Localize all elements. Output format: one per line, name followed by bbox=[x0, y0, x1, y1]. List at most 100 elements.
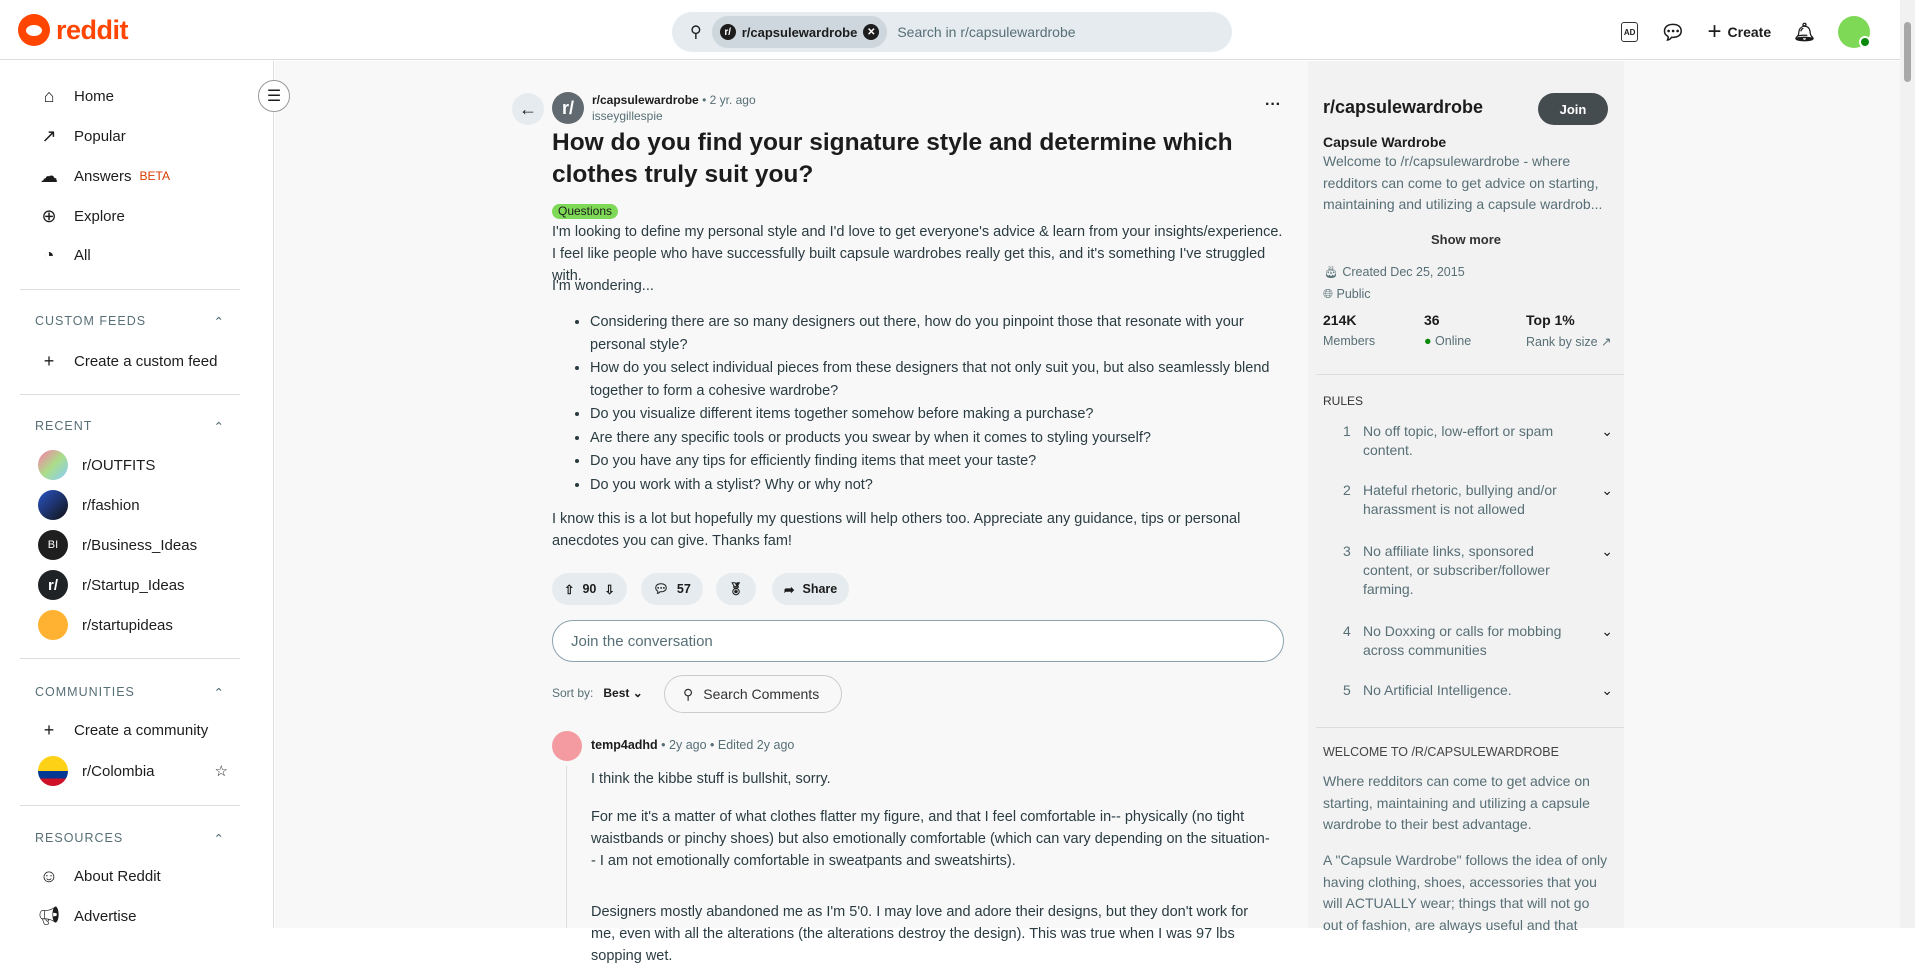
advertise-icon[interactable]: AD bbox=[1621, 22, 1639, 42]
comment-paragraph: For me it's a matter of what clothes fla… bbox=[591, 809, 1270, 869]
divider bbox=[20, 394, 240, 395]
recent-item[interactable]: r/fashion bbox=[38, 490, 140, 520]
notifications-bell-icon[interactable]: 🔔︎ bbox=[1793, 22, 1816, 43]
comment-author[interactable]: temp4adhd bbox=[591, 738, 658, 752]
comment-paragraph: Designers mostly abandoned me as I'm 5'0… bbox=[591, 904, 1249, 964]
join-conversation-input[interactable]: Join the conversation bbox=[552, 620, 1284, 662]
comments-button[interactable]: 💬︎ 57 bbox=[641, 573, 703, 605]
subreddit-link[interactable]: r/capsulewardrobe bbox=[592, 93, 699, 107]
chevron-up-icon: ⌃ bbox=[213, 832, 225, 846]
sort-control: Sort by: Best ⌄ bbox=[552, 686, 643, 700]
comment-thread-line[interactable] bbox=[566, 766, 567, 928]
reddit-logo[interactable]: reddit bbox=[18, 14, 129, 46]
nav-popular[interactable]: ↗ Popular bbox=[38, 125, 125, 147]
award-button[interactable]: 🏅︎ bbox=[716, 573, 756, 605]
globe-icon: 🌐︎ bbox=[1323, 287, 1334, 301]
rule-item[interactable]: 2 Hateful rhetoric, bullying and/or haras… bbox=[1323, 481, 1613, 519]
divider bbox=[20, 658, 240, 659]
recent-item[interactable]: BI r/Business_Ideas bbox=[38, 530, 197, 560]
custom-feeds-header[interactable]: CUSTOM FEEDS ⌃ bbox=[35, 314, 225, 329]
rule-item[interactable]: 1 No off topic, low-effort or spam conten… bbox=[1323, 422, 1613, 460]
community-title: Capsule Wardrobe bbox=[1323, 134, 1447, 150]
nav-answers[interactable]: ☁ Answers BETA bbox=[38, 165, 170, 187]
divider bbox=[1316, 727, 1624, 728]
divider bbox=[1316, 374, 1624, 375]
nav-explore[interactable]: ⊕ Explore bbox=[38, 205, 124, 227]
search-bar[interactable]: ⚲ r/r/capsulewardrobe ✕ Search in r/capsu… bbox=[672, 12, 1232, 52]
search-icon: ⚲ bbox=[690, 24, 702, 41]
chevron-down-icon: ⌄ bbox=[1601, 482, 1613, 498]
chat-icon[interactable]: 💬︎ bbox=[1660, 20, 1685, 45]
nav-advertise[interactable]: 📢︎ Advertise bbox=[38, 905, 137, 927]
community-icon bbox=[38, 610, 68, 640]
post-body-paragraph: I'm looking to define my personal style … bbox=[552, 224, 1283, 284]
collapse-sidebar-button[interactable]: ☰ bbox=[258, 80, 290, 112]
award-icon: 🏅︎ bbox=[728, 581, 744, 596]
sort-dropdown[interactable]: Best ⌄ bbox=[603, 686, 642, 700]
more-options-icon[interactable]: ··· bbox=[1265, 96, 1281, 114]
scrollbar-thumb[interactable] bbox=[1904, 22, 1911, 82]
recent-item[interactable]: r/r/Startup_Ideas bbox=[38, 570, 185, 600]
rank-stat[interactable]: Top 1% Rank by size ↗ bbox=[1526, 312, 1612, 349]
clear-chip-icon[interactable]: ✕ bbox=[863, 24, 880, 40]
community-sidebar: r/capsulewardrobe Join Capsule Wardrobe … bbox=[1308, 61, 1624, 933]
resources-header[interactable]: RESOURCES ⌃ bbox=[35, 831, 225, 846]
communities-header[interactable]: COMMUNITIES ⌃ bbox=[35, 685, 225, 700]
post-title: How do you find your signature style and… bbox=[552, 129, 1233, 188]
nav-all[interactable]: ◔ All bbox=[38, 244, 91, 266]
show-more-button[interactable]: Show more bbox=[1308, 232, 1624, 247]
top-header: reddit ⚲ r/r/capsulewardrobe ✕ Search in … bbox=[0, 0, 1900, 60]
online-dot-icon: ● bbox=[1424, 334, 1432, 348]
community-name[interactable]: r/capsulewardrobe bbox=[1323, 97, 1483, 118]
user-avatar[interactable] bbox=[1838, 16, 1871, 48]
community-icon bbox=[38, 756, 68, 786]
search-comments-button[interactable]: ⚲ Search Comments bbox=[664, 675, 842, 713]
subreddit-avatar[interactable]: r/ bbox=[552, 92, 584, 124]
search-subreddit-chip: r/r/capsulewardrobe ✕ bbox=[711, 16, 888, 48]
create-community[interactable]: + Create a community bbox=[38, 719, 208, 741]
upvote-icon[interactable]: ⇧ bbox=[564, 582, 574, 597]
community-icon bbox=[38, 450, 68, 480]
community-icon: r/ bbox=[38, 570, 68, 600]
scrollbar[interactable] bbox=[1900, 0, 1915, 928]
back-button[interactable]: ← bbox=[512, 93, 544, 125]
post-flair[interactable]: Questions bbox=[552, 204, 619, 219]
nav-home[interactable]: ⌂ Home bbox=[38, 85, 114, 107]
nav-about-reddit[interactable]: ☺ About Reddit bbox=[38, 865, 161, 887]
rule-item[interactable]: 3 No affiliate links, sponsored content, … bbox=[1323, 542, 1613, 599]
commenter-avatar[interactable] bbox=[552, 731, 582, 761]
plus-icon: + bbox=[43, 719, 55, 740]
plus-icon: + bbox=[1707, 18, 1722, 45]
share-button[interactable]: ➦ Share bbox=[772, 573, 850, 605]
vote-control: ⇧ 90 ⇩ bbox=[552, 573, 627, 605]
subreddit-icon: r/ bbox=[719, 24, 736, 40]
community-item[interactable]: r/Colombia ☆ bbox=[38, 756, 228, 786]
create-button[interactable]: + Create bbox=[1708, 18, 1772, 46]
join-button[interactable]: Join bbox=[1538, 93, 1608, 125]
hamburger-menu-icon: ☰ bbox=[266, 88, 282, 105]
online-stat: 36 ● Online bbox=[1424, 312, 1472, 348]
rule-item[interactable]: 4 No Doxxing or calls for mobbing across … bbox=[1323, 622, 1613, 660]
downvote-icon[interactable]: ⇩ bbox=[604, 582, 614, 597]
divider bbox=[20, 289, 240, 290]
search-input[interactable]: Search in r/capsulewardrobe bbox=[897, 24, 1075, 40]
reddit-snoo-icon bbox=[18, 14, 50, 46]
recent-item[interactable]: r/OUTFITS bbox=[38, 450, 155, 480]
post-author[interactable]: isseygillespie bbox=[592, 109, 663, 123]
create-custom-feed[interactable]: + Create a custom feed bbox=[38, 350, 218, 372]
favorite-star-icon[interactable]: ☆ bbox=[215, 762, 228, 780]
rule-item[interactable]: 5 No Artificial Intelligence. ⌄ bbox=[1323, 681, 1613, 700]
cake-icon: 🎂︎ bbox=[1323, 265, 1339, 279]
chevron-up-icon: ⌃ bbox=[213, 315, 225, 329]
chevron-down-icon: ⌄ bbox=[632, 686, 643, 700]
home-icon: ⌂ bbox=[43, 85, 55, 106]
visibility: 🌐︎ Public bbox=[1323, 287, 1371, 301]
recent-header[interactable]: RECENT ⌃ bbox=[35, 419, 225, 434]
search-icon: ⚲ bbox=[683, 685, 694, 702]
recent-item[interactable]: r/startupideas bbox=[38, 610, 173, 640]
megaphone-icon: 📢︎ bbox=[37, 905, 61, 926]
community-icon: BI bbox=[38, 530, 68, 560]
list-item: Are there any specific tools or products… bbox=[590, 427, 1282, 450]
welcome-paragraph: Where redditors can come to get advice o… bbox=[1323, 773, 1590, 832]
share-icon: ➦ bbox=[784, 582, 795, 597]
